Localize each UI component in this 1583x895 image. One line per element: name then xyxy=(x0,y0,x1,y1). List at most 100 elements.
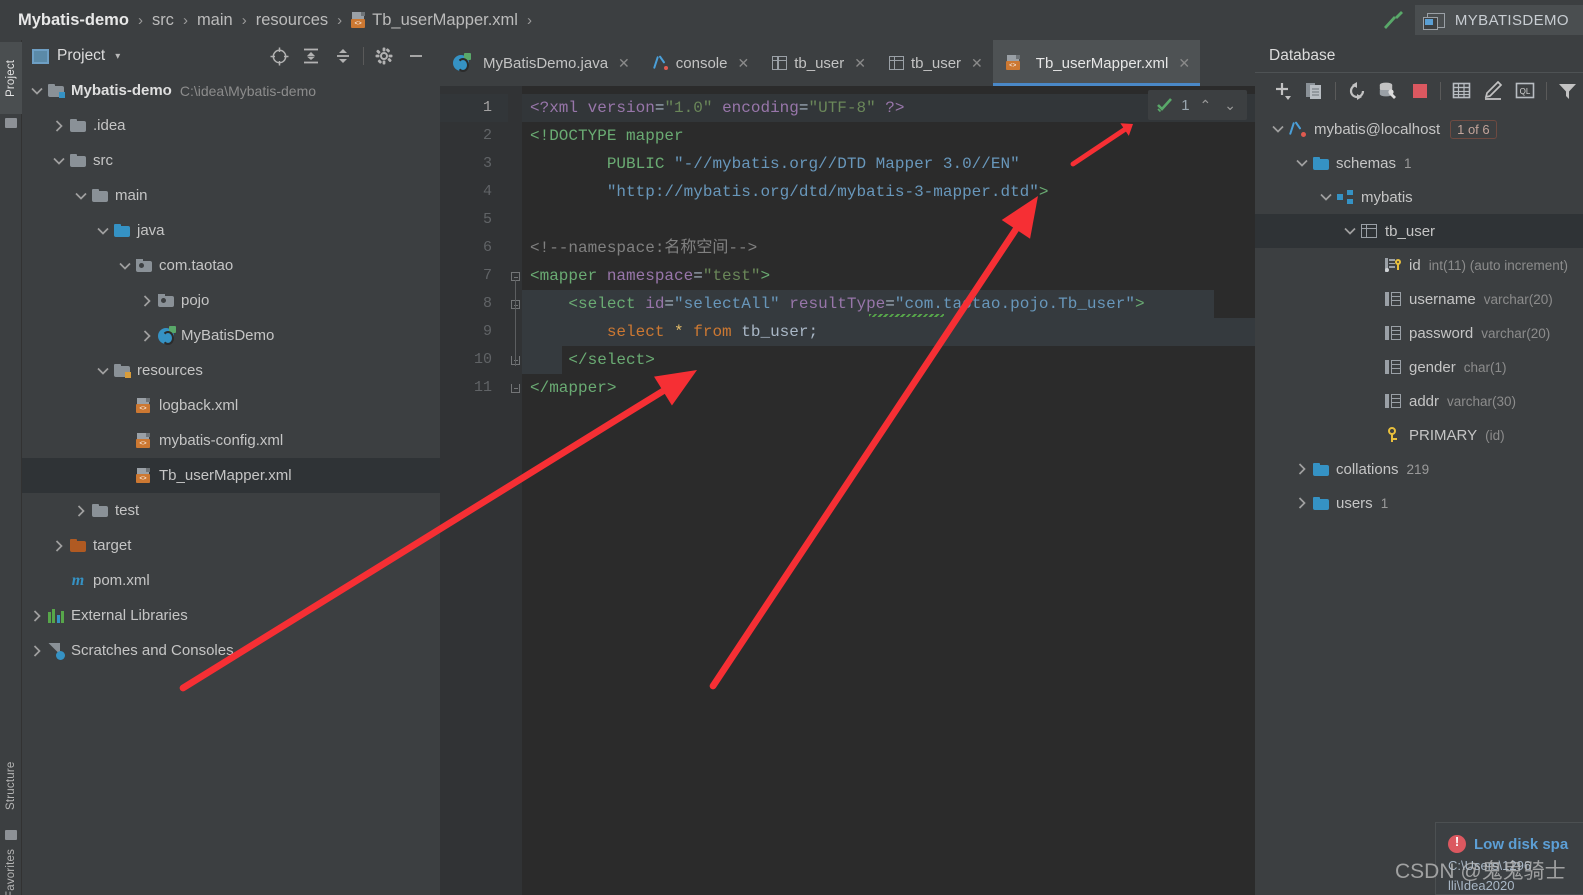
tool-window-button-favorites[interactable]: Favorites xyxy=(0,833,22,895)
tree-expand-arrow[interactable] xyxy=(92,224,114,238)
tree-expand-arrow[interactable] xyxy=(1291,496,1313,510)
tree-expand-arrow[interactable] xyxy=(70,189,92,203)
db-tree-item-gender[interactable]: gender char(1) xyxy=(1255,350,1583,384)
db-tree-item-primary[interactable]: PRIMARY (id) xyxy=(1255,418,1583,452)
tree-item-mybatisdemo[interactable]: MyBatisDemo xyxy=(22,318,440,353)
breadcrumb-item-mybatis-demo[interactable]: Mybatis-demo xyxy=(18,11,129,30)
column-icon xyxy=(1385,292,1401,306)
breadcrumb-item-main[interactable]: main xyxy=(197,11,233,30)
db-tree-item-password[interactable]: password varchar(20) xyxy=(1255,316,1583,350)
close-icon[interactable]: ✕ xyxy=(854,55,866,72)
project-tree[interactable]: Mybatis-demo C:\idea\Mybatis-demo .idea src… xyxy=(22,73,440,895)
tool-window-button-project[interactable]: Project xyxy=(0,42,22,114)
editor-tab-console[interactable]: console ✕ xyxy=(640,40,759,86)
tree-expand-arrow[interactable] xyxy=(26,644,48,658)
editor-tab-tb-user[interactable]: tb_user ✕ xyxy=(876,40,993,86)
db-tree-item-username[interactable]: username varchar(20) xyxy=(1255,282,1583,316)
editor-tab-mybatisdemo.java[interactable]: MyBatisDemo.java ✕ xyxy=(440,40,640,86)
modify-icon[interactable] xyxy=(1478,74,1509,108)
open-console-icon[interactable]: QL xyxy=(1509,74,1540,108)
close-icon[interactable]: ✕ xyxy=(971,55,983,72)
run-configuration-selector[interactable]: MYBATISDEMO xyxy=(1414,5,1583,35)
tree-item-external-libraries[interactable]: External Libraries xyxy=(22,598,440,633)
xml-file-icon: <> xyxy=(351,11,366,28)
tree-item-test[interactable]: test xyxy=(22,493,440,528)
breadcrumb-item-tb-usermapper-xml[interactable]: <> Tb_userMapper.xml xyxy=(351,11,518,30)
close-icon[interactable]: ✕ xyxy=(737,55,749,72)
db-schema-badge[interactable]: 1 of 6 xyxy=(1450,119,1497,139)
chevron-up-icon[interactable]: ⌃ xyxy=(1197,97,1215,114)
tree-item-.idea[interactable]: .idea xyxy=(22,108,440,143)
open-table-icon[interactable] xyxy=(1446,74,1477,108)
editor-code-pane[interactable]: <?xml version="1.0" encoding="UTF-8" ?> <… xyxy=(522,86,1267,895)
tree-item-tb-usermapper.xml[interactable]: <> Tb_userMapper.xml xyxy=(22,458,440,493)
breadcrumb-item-resources[interactable]: resources xyxy=(256,11,328,30)
collapse-all-icon[interactable] xyxy=(327,40,359,72)
tree-expand-arrow[interactable] xyxy=(114,259,136,273)
breadcrumb-item-src[interactable]: src xyxy=(152,11,174,30)
tree-expand-arrow[interactable] xyxy=(48,154,70,168)
tree-expand-arrow[interactable] xyxy=(1315,190,1337,204)
expand-all-icon[interactable] xyxy=(295,40,327,72)
db-tree-item-id[interactable]: id int(11) (auto increment) xyxy=(1255,248,1583,282)
duplicate-icon[interactable] xyxy=(1298,74,1329,108)
refresh-icon[interactable] xyxy=(1341,74,1372,108)
editor-gutter[interactable]: 1 2 3 4 5 6 7 8 9 10 11 xyxy=(440,86,508,895)
tree-item-src[interactable]: src xyxy=(22,143,440,178)
settings-gear-icon[interactable] xyxy=(368,40,400,72)
db-tree-item-mybatis@localhost[interactable]: mybatis@localhost 1 of 6 xyxy=(1255,112,1583,146)
tree-item-pom.xml[interactable]: m pom.xml xyxy=(22,563,440,598)
editor-tab-tb-usermapper.xml[interactable]: <> Tb_userMapper.xml ✕ xyxy=(992,40,1201,86)
code-fold-marker[interactable] xyxy=(511,384,520,393)
filter-icon[interactable] xyxy=(1552,74,1583,108)
tree-item-main[interactable]: main xyxy=(22,178,440,213)
tree-expand-arrow[interactable] xyxy=(1291,462,1313,476)
close-icon[interactable]: ✕ xyxy=(618,55,630,72)
tree-expand-arrow[interactable] xyxy=(1267,122,1289,136)
tree-item-mybatis-config.xml[interactable]: <> mybatis-config.xml xyxy=(22,423,440,458)
tree-expand-arrow[interactable] xyxy=(26,84,48,98)
tree-expand-arrow[interactable] xyxy=(92,364,114,378)
tree-item-mybatis-demo[interactable]: Mybatis-demo C:\idea\Mybatis-demo xyxy=(22,73,440,108)
close-icon[interactable]: ✕ xyxy=(1178,55,1190,72)
editor-tab-tb-user[interactable]: tb_user ✕ xyxy=(759,40,876,86)
inspection-squiggle xyxy=(869,314,944,317)
db-tree-item-schemas[interactable]: schemas 1 xyxy=(1255,146,1583,180)
tree-expand-arrow[interactable] xyxy=(48,539,70,553)
tree-expand-arrow[interactable] xyxy=(1291,156,1313,170)
tree-item-logback.xml[interactable]: <> logback.xml xyxy=(22,388,440,423)
tree-item-pojo[interactable]: pojo xyxy=(22,283,440,318)
select-opened-file-icon[interactable] xyxy=(263,40,295,72)
editor-fold-column[interactable] xyxy=(508,86,522,895)
project-view-icon xyxy=(32,48,49,64)
db-tree-item-users[interactable]: users 1 xyxy=(1255,486,1583,520)
inspection-widget[interactable]: 1 ⌃ ⌄ xyxy=(1148,90,1247,120)
tree-item-java[interactable]: java xyxy=(22,213,440,248)
tree-item-label: Mybatis-demo xyxy=(71,82,172,99)
add-new-icon[interactable] xyxy=(1267,74,1298,108)
db-tree-item-mybatis[interactable]: mybatis xyxy=(1255,180,1583,214)
stop-icon[interactable] xyxy=(1404,74,1435,108)
tree-item-com.taotao[interactable]: com.taotao xyxy=(22,248,440,283)
line-number: 9 xyxy=(482,323,492,340)
tree-expand-arrow[interactable] xyxy=(70,504,92,518)
tree-item-target[interactable]: target xyxy=(22,528,440,563)
tree-expand-arrow[interactable] xyxy=(136,329,158,343)
chevron-down-icon[interactable]: ▾ xyxy=(115,51,120,62)
database-tree[interactable]: mybatis@localhost 1 of 6 schemas 1 mybatis tb… xyxy=(1255,112,1583,895)
tool-window-button-structure[interactable]: Structure xyxy=(0,747,22,825)
db-tree-item-collations[interactable]: collations 219 xyxy=(1255,452,1583,486)
tree-expand-arrow[interactable] xyxy=(26,609,48,623)
tree-expand-arrow[interactable] xyxy=(48,119,70,133)
db-tree-item-tb_user[interactable]: tb_user xyxy=(1255,214,1583,248)
build-hammer-icon[interactable] xyxy=(1371,0,1415,40)
tree-item-resources[interactable]: resources xyxy=(22,353,440,388)
data-source-properties-icon[interactable] xyxy=(1372,74,1403,108)
code-editor[interactable]: 1 2 3 4 5 6 7 8 9 10 11 <?xml version="1.0" encodi… xyxy=(440,86,1267,895)
tree-expand-arrow[interactable] xyxy=(136,294,158,308)
db-tree-item-addr[interactable]: addr varchar(30) xyxy=(1255,384,1583,418)
chevron-down-icon[interactable]: ⌄ xyxy=(1221,97,1239,114)
tree-item-scratches-and-consoles[interactable]: Scratches and Consoles xyxy=(22,633,440,668)
tree-expand-arrow[interactable] xyxy=(1339,224,1361,238)
hide-panel-icon[interactable] xyxy=(400,40,432,72)
